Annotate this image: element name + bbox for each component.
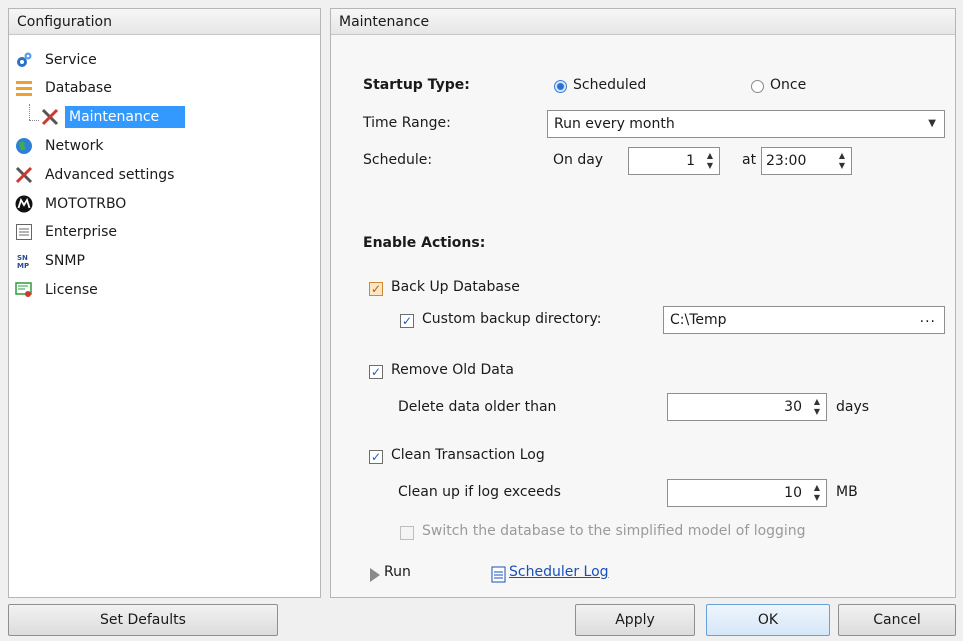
- tree-connector: [29, 104, 31, 120]
- spinner-arrows-icon[interactable]: ▲ ▼: [837, 151, 847, 171]
- on-day-spinner[interactable]: 1 ▲ ▼: [628, 147, 720, 175]
- time-range-value: Run every month: [554, 116, 675, 132]
- time-range-select[interactable]: Run every month ▼: [547, 110, 945, 138]
- ok-button[interactable]: OK: [706, 604, 830, 636]
- delete-older-value: 30: [784, 399, 802, 415]
- browse-ellipsis-button[interactable]: ...: [920, 305, 936, 331]
- at-time-value: 23:00: [766, 153, 807, 169]
- simplified-logging-label[interactable]: Switch the database to the simplified mo…: [422, 523, 806, 539]
- tree-item-advanced-settings[interactable]: Advanced settings: [15, 164, 295, 186]
- tree-item-label: Network: [45, 138, 104, 154]
- log-document-icon: [491, 566, 506, 583]
- days-unit-label: days: [836, 399, 870, 415]
- spinner-arrows-icon[interactable]: ▲ ▼: [812, 483, 822, 503]
- tree-connector: [29, 120, 39, 122]
- remove-old-data-checkbox[interactable]: ✓: [369, 365, 383, 379]
- tree-item-label: MOTOTRBO: [45, 196, 127, 212]
- database-icon: [15, 79, 33, 97]
- remove-old-data-label[interactable]: Remove Old Data: [391, 362, 514, 378]
- spinner-arrows-icon[interactable]: ▲ ▼: [705, 151, 715, 171]
- tree-item-database[interactable]: Database: [15, 77, 295, 99]
- cancel-button[interactable]: Cancel: [838, 604, 956, 636]
- clean-transaction-log-checkbox[interactable]: ✓: [369, 450, 383, 464]
- play-icon: [370, 568, 380, 582]
- backup-directory-input[interactable]: C:\Temp ...: [663, 306, 945, 334]
- tree-item-label: Service: [45, 52, 97, 68]
- delete-older-than-label: Delete data older than: [398, 399, 557, 415]
- motorola-icon: [15, 195, 33, 213]
- tree-item-service[interactable]: Service: [15, 49, 295, 71]
- schedule-label: Schedule:: [363, 152, 433, 168]
- scheduled-radio-label[interactable]: Scheduled: [573, 77, 646, 93]
- svg-text:MP: MP: [17, 262, 29, 270]
- set-defaults-button[interactable]: Set Defaults: [8, 604, 278, 636]
- once-radio-label[interactable]: Once: [770, 77, 806, 93]
- tree-item-network[interactable]: Network: [15, 135, 295, 157]
- backup-directory-value: C:\Temp: [670, 312, 727, 328]
- at-label: at: [742, 152, 757, 168]
- configuration-panel: Configuration Service Database Maintenan…: [8, 8, 321, 598]
- clean-transaction-log-label[interactable]: Clean Transaction Log: [391, 447, 545, 463]
- backup-database-label[interactable]: Back Up Database: [391, 279, 520, 295]
- once-radio[interactable]: [751, 80, 764, 93]
- run-label: Run: [384, 564, 411, 580]
- maintenance-panel: Maintenance Startup Type: Scheduled Once…: [330, 8, 956, 598]
- mb-unit-label: MB: [836, 484, 858, 500]
- spinner-arrows-icon[interactable]: ▲ ▼: [812, 397, 822, 417]
- scheduled-radio[interactable]: [554, 80, 567, 93]
- enterprise-icon: [15, 223, 33, 241]
- time-range-label: Time Range:: [363, 115, 451, 131]
- tree-item-mototrbo[interactable]: MOTOTRBO: [15, 193, 295, 215]
- tree-item-label: SNMP: [45, 253, 85, 269]
- gears-icon: [15, 51, 33, 69]
- apply-button[interactable]: Apply: [575, 604, 695, 636]
- tree-item-label: Maintenance: [69, 109, 160, 125]
- startup-type-label: Startup Type:: [363, 77, 470, 93]
- globe-icon: [15, 137, 33, 155]
- tree-item-label: Advanced settings: [45, 167, 175, 183]
- tree-item-snmp[interactable]: SN MP SNMP: [15, 250, 295, 272]
- tree-item-label: Database: [45, 80, 112, 96]
- tree-item-label: Enterprise: [45, 224, 118, 240]
- tree-item-enterprise[interactable]: Enterprise: [15, 221, 295, 243]
- at-time-spinner[interactable]: 23:00 ▲ ▼: [761, 147, 852, 175]
- delete-older-spinner[interactable]: 30 ▲ ▼: [667, 393, 827, 421]
- log-size-value: 10: [784, 485, 802, 501]
- configuration-header: Configuration: [9, 9, 320, 35]
- run-button[interactable]: Run: [369, 564, 439, 586]
- maintenance-header: Maintenance: [331, 9, 955, 35]
- custom-backup-directory-checkbox[interactable]: ✓: [400, 314, 414, 328]
- on-day-label: On day: [553, 152, 604, 168]
- backup-database-checkbox[interactable]: ✓: [369, 282, 383, 296]
- log-size-spinner[interactable]: 10 ▲ ▼: [667, 479, 827, 507]
- chevron-down-icon: ▼: [928, 118, 936, 129]
- enable-actions-label: Enable Actions:: [363, 235, 486, 251]
- simplified-logging-checkbox[interactable]: [400, 526, 414, 540]
- tree-item-label: License: [45, 282, 98, 298]
- scheduler-log-link[interactable]: Scheduler Log: [491, 564, 641, 586]
- tools-icon: [15, 166, 33, 184]
- license-icon: [15, 281, 33, 299]
- tools-icon: [41, 108, 59, 126]
- tree-item-license[interactable]: License: [15, 279, 295, 301]
- clean-up-if-exceeds-label: Clean up if log exceeds: [398, 484, 561, 500]
- svg-text:SN: SN: [17, 254, 28, 262]
- tree-item-maintenance[interactable]: Maintenance: [41, 106, 201, 128]
- scheduler-log-label: Scheduler Log: [509, 564, 609, 580]
- custom-backup-directory-label[interactable]: Custom backup directory:: [422, 311, 601, 327]
- snmp-icon: SN MP: [15, 252, 33, 270]
- on-day-value: 1: [686, 153, 695, 169]
